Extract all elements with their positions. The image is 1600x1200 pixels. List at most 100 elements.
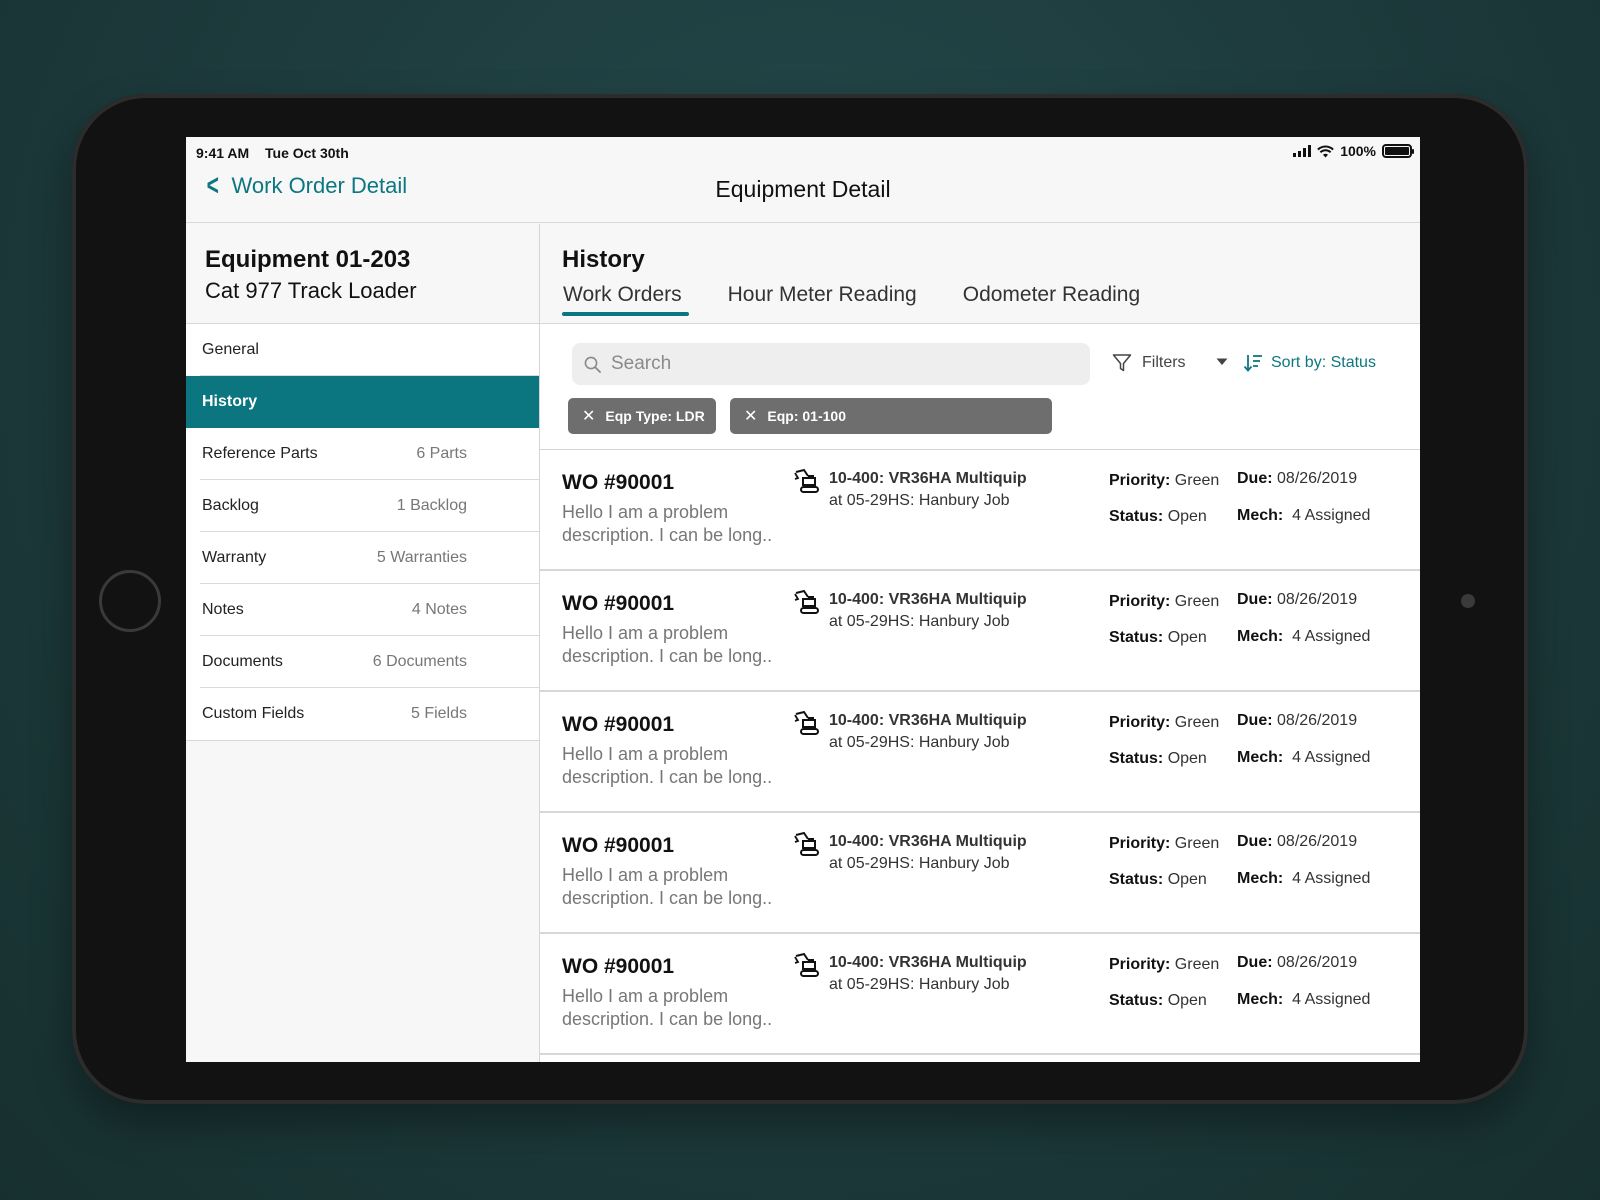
sidebar-item-label: Backlog	[202, 497, 259, 514]
sidebar-item-documents[interactable]: Documents 6 Documents	[186, 636, 539, 688]
status-value: Open	[1167, 750, 1207, 767]
work-order-row[interactable]: WO #90001 Hello I am a problem descripti…	[540, 450, 1420, 571]
sidebar-item-label: Reference Parts	[202, 445, 318, 462]
work-order-description: Hello I am a problem description. I can …	[562, 502, 773, 545]
work-order-number: WO #90001	[562, 713, 675, 736]
work-order-row[interactable]: WO #90001 Hello I am a problem descripti…	[540, 934, 1420, 1055]
status-value: Open	[1167, 508, 1207, 525]
filters-button[interactable]: Filters	[1112, 353, 1186, 373]
sort-button[interactable]: Sort by: Status	[1243, 353, 1376, 373]
close-icon[interactable]: ✕	[744, 406, 757, 426]
mech-label: Mech:	[1237, 628, 1284, 645]
work-order-location: at 05-29HS: Hanbury Job	[829, 492, 1010, 509]
sidebar-item-label: History	[202, 393, 258, 410]
search-box	[572, 343, 1090, 385]
wifi-icon	[1317, 145, 1334, 157]
work-order-description: Hello I am a problem description. I can …	[562, 623, 773, 666]
tab-work-orders[interactable]: Work Orders	[562, 283, 689, 316]
status-value: Open	[1167, 629, 1207, 646]
battery-icon	[1382, 144, 1414, 158]
filter-toolbar: Filters Sort by: Status ✕ Eqp Type: LDR …	[540, 324, 1420, 450]
work-order-equipment: 10-400: VR36HA Multiquip	[829, 833, 1027, 850]
priority-field: Priority: Green	[1109, 472, 1219, 490]
mech-value: 4 Assigned	[1292, 507, 1371, 524]
status-field: Status: Open	[1109, 508, 1207, 526]
priority-value: Green	[1174, 714, 1220, 731]
mech-field: Mech: 4 Assigned	[1237, 749, 1370, 767]
priority-value: Green	[1174, 835, 1220, 852]
tab-hour-meter-reading[interactable]: Hour Meter Reading	[727, 283, 918, 312]
priority-value: Green	[1174, 956, 1220, 973]
filter-chip-eqp-type[interactable]: ✕ Eqp Type: LDR	[568, 398, 716, 434]
filter-chip-eqp[interactable]: ✕ Eqp: 01-100	[730, 398, 1052, 434]
due-field: Due: 08/26/2019	[1237, 470, 1357, 488]
due-field: Due: 08/26/2019	[1237, 712, 1357, 730]
due-label: Due:	[1237, 712, 1273, 729]
sidebar-item-warranty[interactable]: Warranty 5 Warranties	[186, 532, 539, 584]
sidebar-item-label: General	[202, 341, 259, 358]
work-order-row[interactable]: WO #90001 Hello I am a problem descripti…	[540, 692, 1420, 813]
work-order-location: at 05-29HS: Hanbury Job	[829, 613, 1010, 630]
work-order-description: Hello I am a problem description. I can …	[562, 865, 773, 908]
mech-value: 4 Assigned	[1292, 991, 1371, 1008]
mech-label: Mech:	[1237, 870, 1284, 887]
status-label: Status:	[1109, 871, 1164, 888]
home-button[interactable]	[99, 570, 161, 632]
mech-label: Mech:	[1237, 991, 1284, 1008]
work-order-description: Hello I am a problem description. I can …	[562, 744, 773, 787]
priority-field: Priority: Green	[1109, 956, 1219, 974]
search-input[interactable]	[611, 353, 1071, 375]
sidebar-item-backlog[interactable]: Backlog 1 Backlog	[186, 480, 539, 532]
caret-down-icon[interactable]	[1216, 358, 1228, 366]
due-field: Due: 08/26/2019	[1237, 954, 1357, 972]
work-order-row[interactable]: WO #90001 Hello I am a problem descripti…	[540, 571, 1420, 692]
filter-chip-label: Eqp: 01-100	[767, 408, 846, 424]
section-title: History	[562, 246, 645, 273]
due-label: Due:	[1237, 591, 1273, 608]
status-label: Status:	[1109, 992, 1164, 1009]
tab-bar: Work Orders Hour Meter Reading Odometer …	[562, 283, 1141, 316]
screen: 9:41 AM Tue Oct 30th 100% < Work Order D…	[186, 137, 1420, 1062]
priority-label: Priority:	[1109, 835, 1171, 852]
sidebar-item-notes[interactable]: Notes 4 Notes	[186, 584, 539, 636]
excavator-icon	[794, 589, 819, 614]
work-order-row[interactable]: WO #90001 Hello I am a problem descripti…	[540, 813, 1420, 934]
priority-value: Green	[1174, 593, 1220, 610]
mech-value: 4 Assigned	[1292, 628, 1371, 645]
tab-odometer-reading[interactable]: Odometer Reading	[962, 283, 1141, 312]
status-label: Status:	[1109, 750, 1164, 767]
close-icon[interactable]: ✕	[582, 406, 595, 426]
camera	[1461, 594, 1475, 608]
mech-field: Mech: 4 Assigned	[1237, 507, 1370, 525]
due-value: 08/26/2019	[1277, 591, 1358, 608]
status-date: Tue Oct 30th	[265, 145, 349, 161]
filters-label: Filters	[1142, 354, 1186, 371]
sidebar-item-count: 5 Fields	[410, 705, 467, 722]
work-order-number: WO #90001	[562, 592, 675, 615]
sidebar-item-reference-parts[interactable]: Reference Parts 6 Parts	[186, 428, 539, 480]
status-time: 9:41 AM	[196, 145, 250, 161]
equipment-header: Equipment 01-203 Cat 977 Track Loader	[186, 224, 539, 324]
sidebar-item-count: 1 Backlog	[396, 497, 467, 514]
sidebar-menu: General History Reference Parts 6 Parts B…	[186, 324, 539, 741]
sidebar-item-history[interactable]: History	[186, 376, 539, 428]
due-value: 08/26/2019	[1277, 833, 1358, 850]
mech-field: Mech: 4 Assigned	[1237, 870, 1370, 888]
sidebar-item-custom-fields[interactable]: Custom Fields 5 Fields	[186, 688, 539, 740]
navigation-bar: < Work Order Detail Equipment Detail	[186, 167, 1420, 223]
sidebar-item-count: 6 Documents	[372, 653, 467, 670]
sidebar-item-general[interactable]: General	[186, 324, 539, 376]
work-order-location: at 05-29HS: Hanbury Job	[829, 734, 1010, 751]
sidebar-item-label: Notes	[202, 601, 244, 618]
work-order-number: WO #90001	[562, 834, 675, 857]
excavator-icon	[794, 831, 819, 856]
history-panel: History Work Orders Hour Meter Reading O…	[540, 224, 1420, 1062]
mech-value: 4 Assigned	[1292, 749, 1371, 766]
sidebar-item-count: 6 Parts	[416, 445, 467, 462]
status-indicators: 100%	[1293, 143, 1414, 159]
search-icon	[584, 356, 601, 373]
work-order-equipment: 10-400: VR36HA Multiquip	[829, 954, 1027, 971]
mech-label: Mech:	[1237, 749, 1284, 766]
excavator-icon	[794, 468, 819, 493]
filter-icon	[1112, 354, 1132, 372]
